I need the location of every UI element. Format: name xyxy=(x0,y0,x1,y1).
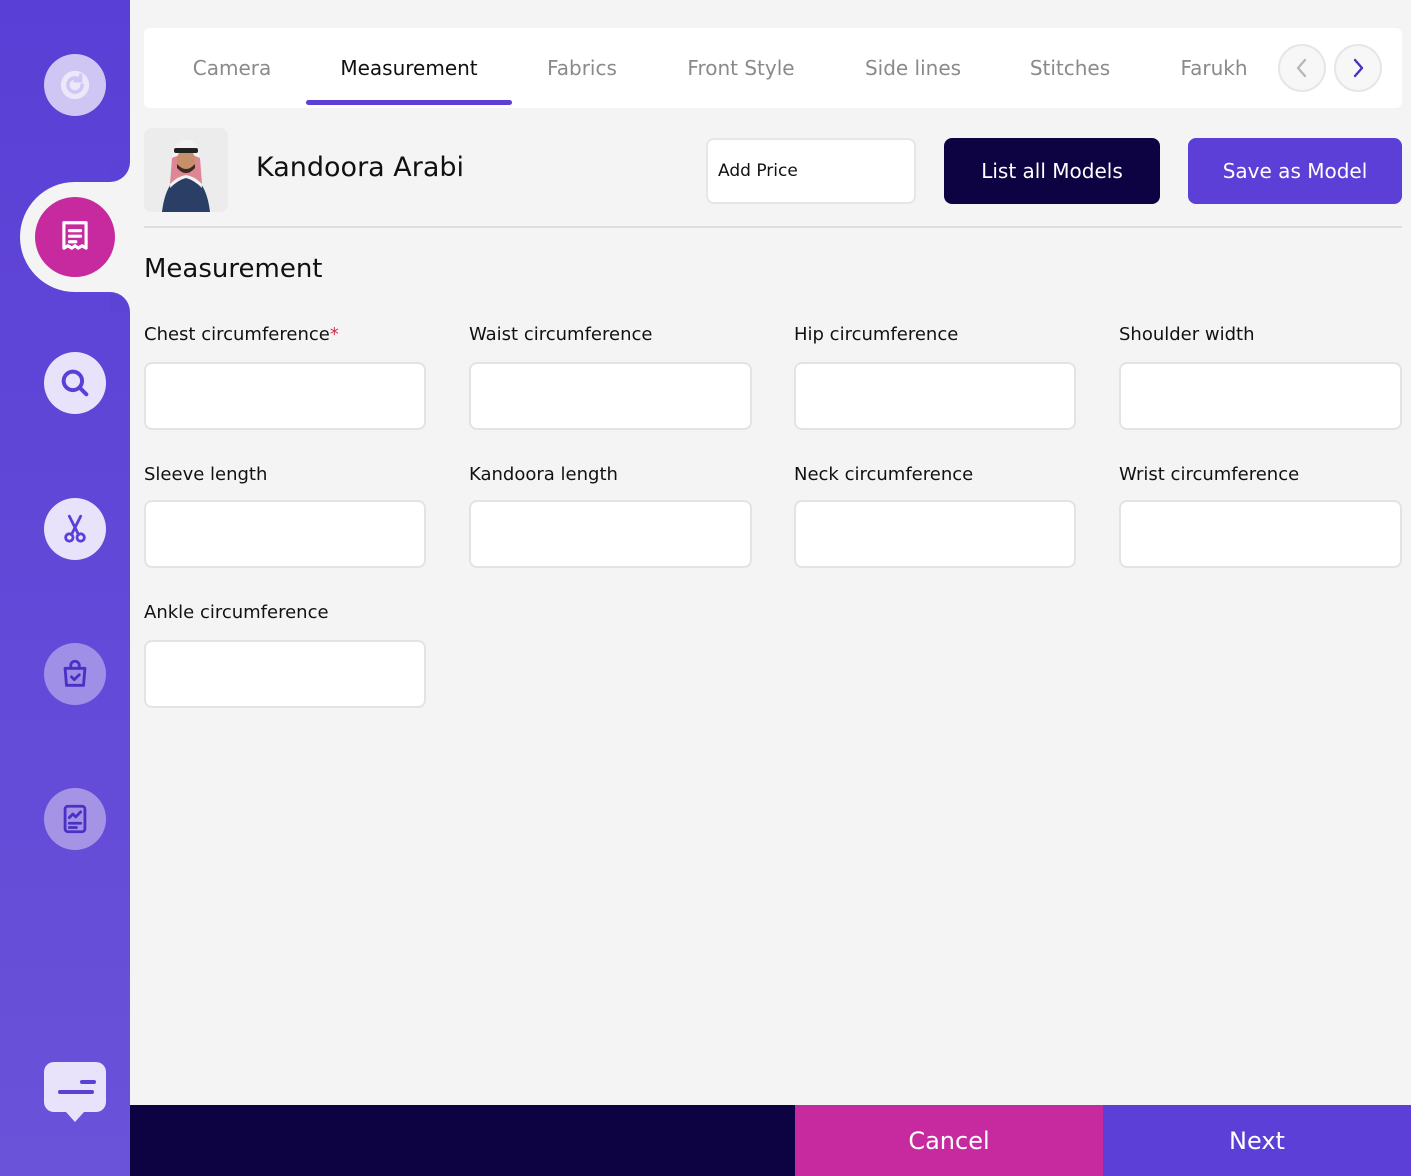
sidebar xyxy=(0,0,170,1176)
waist-circumference-input[interactable] xyxy=(469,362,752,430)
chest-circumference-input[interactable] xyxy=(144,362,426,430)
chevron-left-icon xyxy=(1296,58,1307,78)
tab-farukh[interactable]: Farukh xyxy=(1168,28,1260,108)
tab-camera[interactable]: Camera xyxy=(174,28,290,108)
sidebar-item-orders[interactable] xyxy=(35,197,115,277)
ankle-circumference-label: Ankle circumference xyxy=(144,602,329,623)
model-name: Kandoora Arabi xyxy=(256,152,465,183)
chevron-right-icon xyxy=(1353,58,1364,78)
model-avatar xyxy=(144,128,228,212)
kandoora-length-label: Kandoora length xyxy=(469,464,618,485)
tab-stitches[interactable]: Stitches xyxy=(1014,28,1126,108)
model-photo xyxy=(144,128,228,212)
search-icon xyxy=(61,369,89,397)
tabs-prev-button[interactable] xyxy=(1278,44,1326,92)
shoulder-width-label: Shoulder width xyxy=(1119,324,1255,345)
active-notch-top xyxy=(110,162,130,182)
neck-circumference-input[interactable] xyxy=(794,500,1076,568)
section-title: Measurement xyxy=(144,254,323,284)
tab-measurement[interactable]: Measurement xyxy=(326,28,492,108)
tab-side-lines[interactable]: Side lines xyxy=(850,28,976,108)
required-marker: * xyxy=(329,324,339,345)
hip-circumference-label: Hip circumference xyxy=(794,324,959,345)
shoulder-width-input[interactable] xyxy=(1119,362,1402,430)
neck-circumference-label: Neck circumference xyxy=(794,464,974,485)
sidebar-item-chat[interactable] xyxy=(44,1062,106,1124)
report-icon xyxy=(63,804,87,834)
kandoora-length-input[interactable] xyxy=(469,500,752,568)
tab-fabrics[interactable]: Fabrics xyxy=(528,28,636,108)
refresh-icon xyxy=(60,70,90,100)
list-all-models-button[interactable]: List all Models xyxy=(944,138,1160,204)
wrist-circumference-label: Wrist circumference xyxy=(1119,464,1300,485)
header-divider xyxy=(144,226,1402,228)
orders-icon xyxy=(62,221,88,250)
tab-bar: Camera Measurement Fabrics Front Style S… xyxy=(144,28,1402,108)
save-as-model-button[interactable]: Save as Model xyxy=(1188,138,1402,204)
hip-circumference-input[interactable] xyxy=(794,362,1076,430)
sidebar-item-refresh[interactable] xyxy=(44,54,106,116)
active-tab-indicator xyxy=(306,100,512,105)
ankle-circumference-input[interactable] xyxy=(144,640,426,708)
tabs-next-button[interactable] xyxy=(1334,44,1382,92)
waist-circumference-label: Waist circumference xyxy=(469,324,653,345)
shopping-bag-icon xyxy=(63,659,87,687)
sleeve-length-label: Sleeve length xyxy=(144,464,268,485)
chat-icon xyxy=(44,1062,106,1122)
active-notch-bottom xyxy=(110,292,130,312)
cancel-button[interactable]: Cancel xyxy=(795,1105,1103,1176)
footer-bar xyxy=(130,1105,795,1176)
sleeve-length-input[interactable] xyxy=(144,500,426,568)
sidebar-item-scissors[interactable] xyxy=(44,498,106,560)
sidebar-item-search[interactable] xyxy=(44,352,106,414)
next-button[interactable]: Next xyxy=(1103,1105,1411,1176)
sidebar-item-report[interactable] xyxy=(44,788,106,850)
chest-circumference-label: Chest circumference* xyxy=(144,324,339,345)
wrist-circumference-input[interactable] xyxy=(1119,500,1402,568)
add-price-input[interactable] xyxy=(706,138,916,204)
tab-front-style[interactable]: Front Style xyxy=(672,28,810,108)
scissors-icon xyxy=(64,514,86,543)
sidebar-item-shopping-bag[interactable] xyxy=(44,643,106,705)
